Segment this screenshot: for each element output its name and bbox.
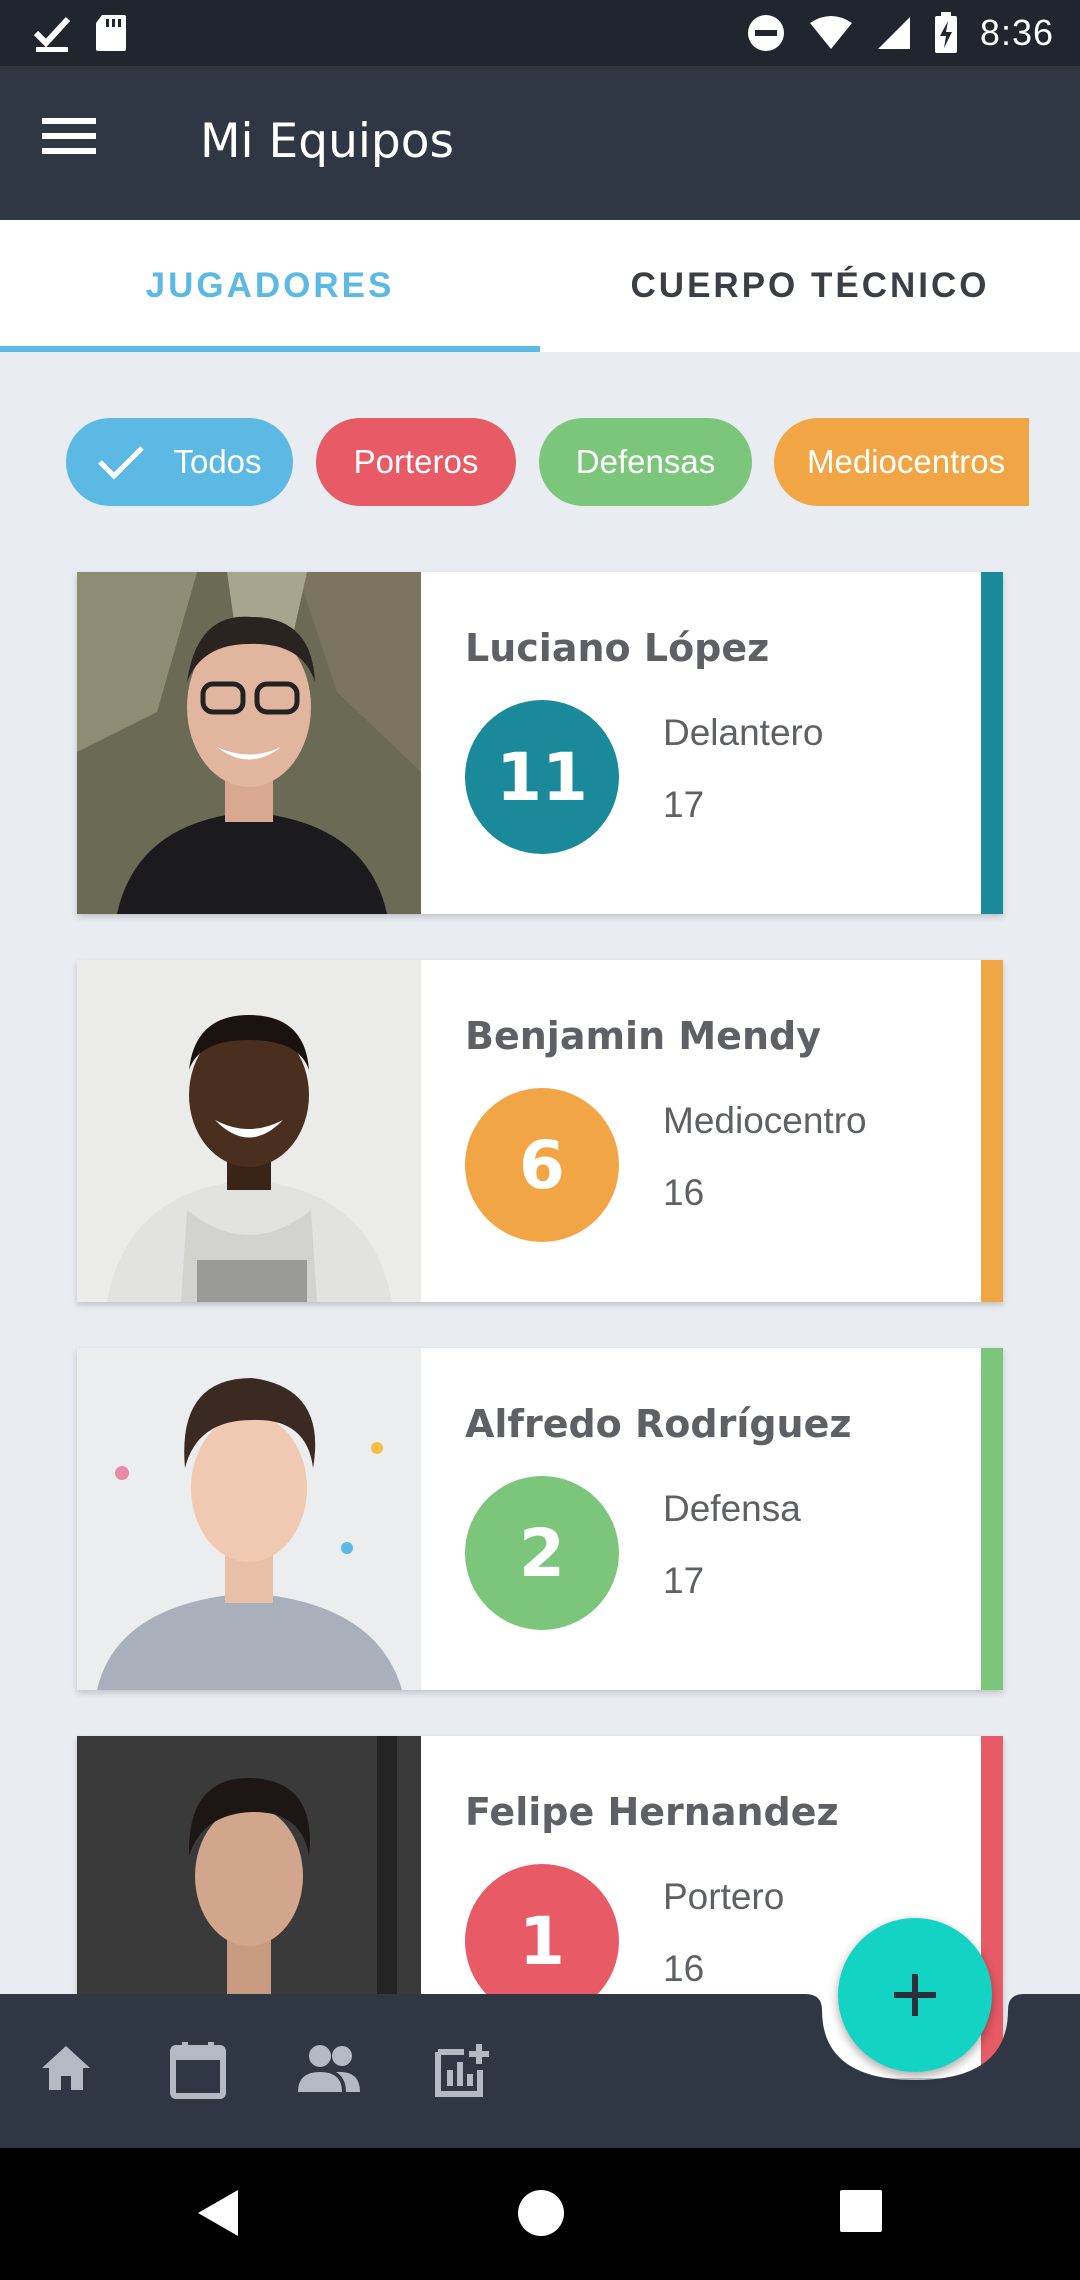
- player-age: 17: [663, 1560, 705, 1601]
- chip-defensas[interactable]: Defensas: [539, 418, 752, 506]
- jersey-number: 2: [465, 1476, 619, 1630]
- chip-todos[interactable]: Todos: [66, 418, 293, 506]
- player-photo: [77, 572, 421, 914]
- page-title: Mi Equipos: [200, 114, 455, 169]
- wifi-icon: [808, 15, 854, 51]
- chip-label: Defensas: [575, 443, 716, 480]
- check-icon: [97, 444, 145, 480]
- tab-indicator: [0, 346, 540, 352]
- hamburger-menu-icon: [42, 118, 96, 154]
- back-icon[interactable]: [194, 2186, 244, 2245]
- home-circle-icon[interactable]: [514, 2186, 568, 2245]
- home-icon[interactable]: [38, 2040, 94, 2101]
- card-body: Alfredo Rodríguez 2 Defensa 17: [421, 1348, 1003, 1690]
- player-card[interactable]: Benjamin Mendy 6 Mediocentro 16: [77, 960, 1003, 1302]
- player-card[interactable]: Alfredo Rodríguez 2 Defensa 17: [77, 1348, 1003, 1690]
- player-name: Benjamin Mendy: [465, 1014, 821, 1058]
- status-bar: 8:36: [0, 0, 1080, 66]
- stats-add-icon[interactable]: [432, 2040, 494, 2105]
- status-time: 8:36: [979, 12, 1054, 53]
- player-position: Mediocentro: [663, 1100, 867, 1141]
- people-icon[interactable]: [296, 2040, 362, 2101]
- card-body: Luciano López 11 Delantero 17: [421, 572, 1003, 914]
- sd-card-icon: [94, 13, 128, 53]
- chip-label: Mediocentros: [807, 443, 1006, 480]
- tab-label: CUERPO TÉCNICO: [630, 266, 990, 305]
- player-position: Defensa: [663, 1488, 801, 1529]
- chip-porteros[interactable]: Porteros: [316, 418, 516, 506]
- position-color-stripe: [981, 960, 1003, 1302]
- player-card[interactable]: Luciano López 11 Delantero 17: [77, 572, 1003, 914]
- signal-icon: [876, 15, 912, 51]
- chip-label: Todos: [173, 443, 262, 480]
- position-color-stripe: [981, 572, 1003, 914]
- player-position: Portero: [663, 1876, 785, 1917]
- recents-square-icon[interactable]: [838, 2186, 884, 2241]
- calendar-icon[interactable]: [168, 2040, 228, 2105]
- chip-mediocentros[interactable]: Mediocentros: [774, 418, 1029, 506]
- jersey-number: 11: [465, 700, 619, 854]
- player-name: Alfredo Rodríguez: [465, 1402, 852, 1446]
- checkmark-notification-icon: [32, 13, 72, 53]
- filter-chips: Todos Porteros Defensas Mediocentros: [66, 418, 1029, 506]
- player-age: 16: [663, 1172, 705, 1213]
- player-age: 16: [663, 1948, 705, 1989]
- tab-label: JUGADORES: [145, 266, 395, 305]
- battery-charging-icon: [934, 12, 958, 54]
- player-name: Felipe Hernandez: [465, 1790, 839, 1834]
- card-body: Benjamin Mendy 6 Mediocentro 16: [421, 960, 1003, 1302]
- system-navigation-bar: [0, 2148, 1080, 2280]
- tab-jugadores[interactable]: JUGADORES: [0, 220, 540, 352]
- tab-cuerpo-tecnico[interactable]: CUERPO TÉCNICO: [540, 220, 1080, 352]
- position-color-stripe: [981, 1348, 1003, 1690]
- jersey-number: 6: [465, 1088, 619, 1242]
- tab-bar: JUGADORES CUERPO TÉCNICO: [0, 220, 1080, 352]
- chip-label: Porteros: [353, 443, 479, 480]
- player-photo: [77, 960, 421, 1302]
- menu-button[interactable]: [42, 116, 112, 166]
- player-photo: [77, 1348, 421, 1690]
- player-name: Luciano López: [465, 626, 770, 670]
- add-player-button[interactable]: [838, 1918, 992, 2072]
- plus-icon: [894, 1974, 936, 2016]
- app-bar: Mi Equipos: [0, 66, 1080, 220]
- do-not-disturb-icon: [746, 13, 786, 53]
- player-age: 17: [663, 784, 705, 825]
- player-position: Delantero: [663, 712, 824, 753]
